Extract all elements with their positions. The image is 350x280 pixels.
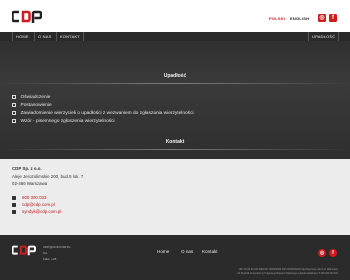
document-label[interactable]: Zawiadomienie wierzycieli o upadłości z … — [21, 111, 194, 116]
mail-icon — [12, 209, 16, 214]
footer-nav-o-nas[interactable]: O nas — [181, 249, 193, 254]
document-icon — [12, 118, 16, 124]
email-link[interactable]: cdp@cdp.com.pl — [22, 202, 55, 207]
facebook-icon[interactable]: f — [329, 14, 337, 22]
address-line-2: 02-486 Warszawa — [12, 181, 48, 186]
instagram-icon[interactable]: ◎ — [318, 14, 326, 22]
footer-fax: Faks: +48 — [43, 257, 57, 261]
footer-nav-home[interactable]: Home — [157, 249, 169, 254]
document-icon — [12, 94, 16, 100]
main-nav: HOME O NAS KONTAKT UPADŁOŚĆ — [0, 32, 350, 41]
language-english[interactable]: ENGLISH — [290, 16, 309, 21]
footer-nav-kontakt[interactable]: Kontakt — [202, 249, 218, 254]
language-polish[interactable]: POLSKI — [269, 16, 285, 21]
phone-link[interactable]: 600 300 033 — [22, 195, 46, 200]
nav-kontakt[interactable]: KONTAKT — [56, 32, 84, 41]
divider — [0, 149, 350, 150]
section-title-kontakt: Kontakt — [165, 139, 185, 145]
company-name: CDP Sp. z o.o. — [12, 166, 42, 171]
cdp-logo-footer[interactable] — [12, 245, 36, 256]
document-label[interactable]: Postanowienie — [21, 103, 52, 108]
document-link[interactable]: Wzór - pisemnego zgłoszenia wierzytelnoś… — [12, 117, 194, 125]
phone-icon — [12, 195, 16, 200]
instagram-icon[interactable]: ◎ — [318, 249, 326, 257]
document-link[interactable]: Zawiadomienie wierzycieli o upadłości z … — [12, 109, 194, 117]
facebook-icon[interactable]: f — [329, 249, 337, 257]
site-header: POLSKI ENGLISH ◎ f — [0, 0, 350, 32]
document-list: Oświadczenie Postanowienie Zawiadomienie… — [12, 93, 194, 125]
document-label[interactable]: Oświadczenie — [21, 95, 51, 100]
section-title-upadlosc: Upadłość — [163, 73, 187, 79]
document-label[interactable]: Wzór - pisemnego zgłoszenia wierzytelnoś… — [21, 119, 115, 124]
document-icon — [12, 102, 16, 108]
footer-email[interactable]: CDP@CDP.COM.PL — [43, 245, 71, 249]
mail-icon — [12, 202, 16, 207]
email-link[interactable]: syndyk@cdp.com.pl — [22, 209, 61, 214]
contact-section: CDP Sp. z o.o. Aleje Jerozolimskie 200, … — [0, 159, 350, 235]
document-icon — [12, 110, 16, 116]
document-link[interactable]: Postanowienie — [12, 101, 194, 109]
phone-row: 600 300 033 — [12, 195, 46, 200]
legal-text: XII Wydział Gospodarczy Krajowego Rejest… — [237, 271, 338, 275]
nav-o-nas[interactable]: O NAS — [34, 32, 54, 41]
address-line-1: Aleje Jerozolimskie 200, bud.5 lok. 7 — [12, 174, 84, 179]
divider — [0, 83, 350, 84]
site-footer: CDP@CDP.COM.PL Tel. Faks: +48 Home O nas… — [0, 235, 350, 280]
email-row: cdp@cdp.com.pl — [12, 202, 55, 207]
document-link[interactable]: Oświadczenie — [12, 93, 194, 101]
nav-home[interactable]: HOME — [12, 32, 32, 41]
nav-upadlosc[interactable]: UPADŁOŚĆ — [308, 32, 340, 41]
email-row: syndyk@cdp.com.pl — [12, 209, 61, 214]
hero-section: Upadłość Oświadczenie Postanowienie Zawi… — [0, 41, 350, 159]
footer-phone: Tel. — [43, 251, 48, 255]
cdp-logo[interactable] — [12, 10, 42, 24]
